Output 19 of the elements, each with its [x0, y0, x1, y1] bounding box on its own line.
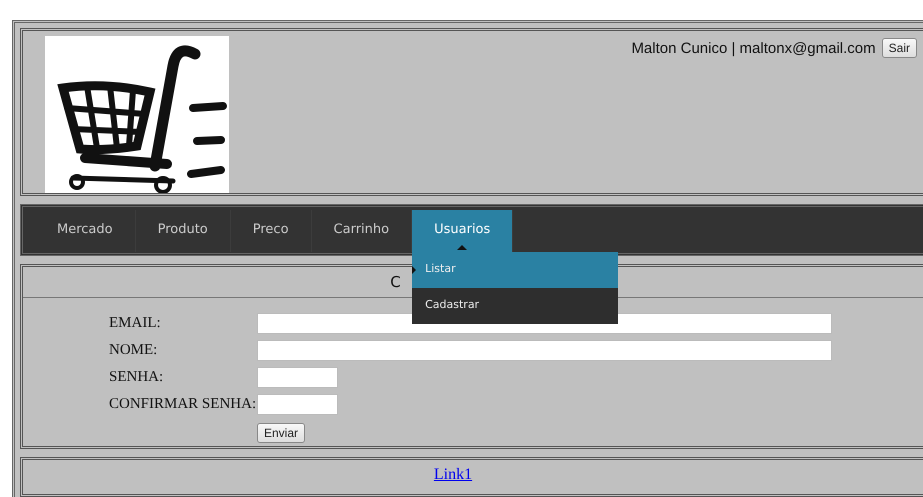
form-title: C	[390, 272, 401, 291]
field-label: SENHA:	[109, 368, 164, 386]
field-label: CONFIRMAR SENHA:	[109, 396, 257, 413]
nav-tab[interactable]: Usuarios	[412, 210, 514, 252]
nav-tab[interactable]: Produto	[136, 210, 231, 252]
user-info: Malton Cunico | maltonx@gmail.com	[631, 40, 876, 56]
submit-button[interactable]: Enviar	[257, 423, 306, 444]
field-label: EMAIL:	[109, 314, 162, 332]
dropdown-item[interactable]: Cadastrar	[412, 288, 618, 324]
cart-icon	[45, 36, 229, 193]
input-field[interactable]	[257, 340, 832, 361]
field-label: NOME:	[109, 342, 158, 359]
nav-tab[interactable]: Mercado	[35, 210, 136, 252]
dropdown-item[interactable]: Listar	[412, 252, 618, 288]
input-field[interactable]	[257, 394, 338, 415]
footer-link[interactable]: Link1	[434, 466, 472, 486]
logout-button[interactable]: Sair	[882, 38, 917, 58]
input-field[interactable]	[257, 366, 338, 388]
nav-tab[interactable]: Preco	[230, 210, 312, 252]
